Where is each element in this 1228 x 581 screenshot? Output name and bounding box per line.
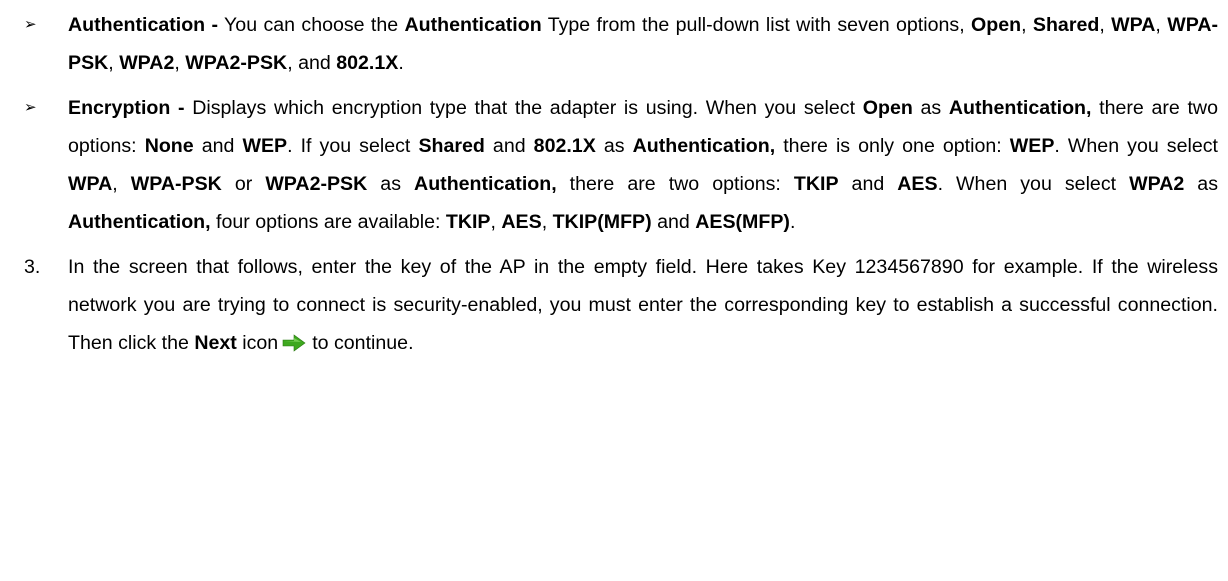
bold-term: Authentication,: [948, 97, 1092, 119]
bold-term: Authentication,: [414, 173, 557, 195]
text-run: as: [595, 135, 633, 157]
text-run: four options are available:: [210, 211, 446, 233]
text-run: Type from the pull-down list with seven …: [541, 14, 971, 36]
text-run: to continue.: [312, 332, 414, 354]
bold-term: WPA2: [1129, 173, 1185, 195]
text-run: as: [367, 173, 415, 195]
text-run: ,: [1021, 14, 1033, 36]
text-run: or: [221, 173, 266, 195]
bold-term: Authentication,: [632, 135, 776, 157]
bold-term: AES(MFP): [695, 211, 790, 233]
text-run: there are two options:: [556, 173, 794, 195]
text-run: and: [484, 135, 534, 157]
bold-term: WEP: [242, 135, 288, 157]
bold-term: Open: [862, 97, 913, 119]
text-run: ,: [1155, 14, 1168, 36]
text-run: ,: [174, 52, 186, 74]
text-run: and: [651, 211, 696, 233]
authentication-paragraph: Authentication - You can choose the Auth…: [68, 14, 1218, 74]
bold-term: WPA2-PSK: [265, 173, 368, 195]
step-3-paragraph: In the screen that follows, enter the ke…: [68, 256, 1218, 354]
text-run: icon: [236, 332, 279, 354]
bullet-authentication: ➢ Authentication - You can choose the Au…: [0, 6, 1228, 82]
bold-term: 802.1X: [533, 135, 596, 157]
bold-term: AES: [897, 173, 938, 195]
text-run: . When you select: [937, 173, 1130, 195]
text-run: You can choose the: [218, 14, 405, 36]
text-run: and: [193, 135, 243, 157]
bold-term: WPA: [1111, 14, 1156, 36]
bold-term: AES: [501, 211, 542, 233]
text-run: ,: [108, 52, 120, 74]
bold-term: Next: [194, 332, 237, 354]
bold-term: None: [144, 135, 194, 157]
bold-term: Authentication: [404, 14, 542, 36]
bullet-marker: ➢: [24, 16, 37, 33]
text-run: ,: [541, 211, 553, 233]
bold-term: WPA2-PSK: [185, 52, 288, 74]
step-number: 3.: [24, 256, 41, 278]
text-run: and: [838, 173, 898, 195]
text-run: .: [398, 52, 404, 74]
bold-term: WEP: [1009, 135, 1055, 157]
text-run: ,: [1099, 14, 1112, 36]
bold-term: Encryption -: [68, 97, 185, 119]
bold-term: WPA-PSK: [130, 173, 222, 195]
bold-term: TKIP(MFP): [552, 211, 652, 233]
bold-term: TKIP: [445, 211, 491, 233]
text-run: as: [1184, 173, 1218, 195]
text-run: .: [789, 211, 796, 233]
text-run: as: [912, 97, 949, 119]
text-run: ,: [490, 211, 502, 233]
bold-term: Shared: [1032, 14, 1100, 36]
text-run: . If you select: [287, 135, 419, 157]
encryption-paragraph: Encryption - Displays which encryption t…: [68, 97, 1218, 233]
bold-term: Authentication,: [68, 211, 211, 233]
document-page: ➢ Authentication - You can choose the Au…: [0, 0, 1228, 581]
text-run: . When you select: [1054, 135, 1218, 157]
bold-term: Authentication -: [68, 14, 219, 36]
bold-term: WPA: [68, 173, 113, 195]
bullet-marker: ➢: [24, 99, 37, 116]
bold-term: WPA2: [119, 52, 175, 74]
text-run: ,: [112, 173, 131, 195]
text-run: there is only one option:: [775, 135, 1010, 157]
text-run: , and: [287, 52, 337, 74]
bold-term: Shared: [418, 135, 485, 157]
bold-term: TKIP: [793, 173, 839, 195]
step-3: 3. In the screen that follows, enter the…: [0, 248, 1228, 362]
text-run: Displays which encryption type that the …: [184, 97, 863, 119]
bold-term: Open: [971, 14, 1022, 36]
bold-term: 802.1X: [336, 52, 399, 74]
next-arrow-icon: [282, 327, 306, 352]
bullet-encryption: ➢ Encryption - Displays which encryption…: [0, 89, 1228, 241]
